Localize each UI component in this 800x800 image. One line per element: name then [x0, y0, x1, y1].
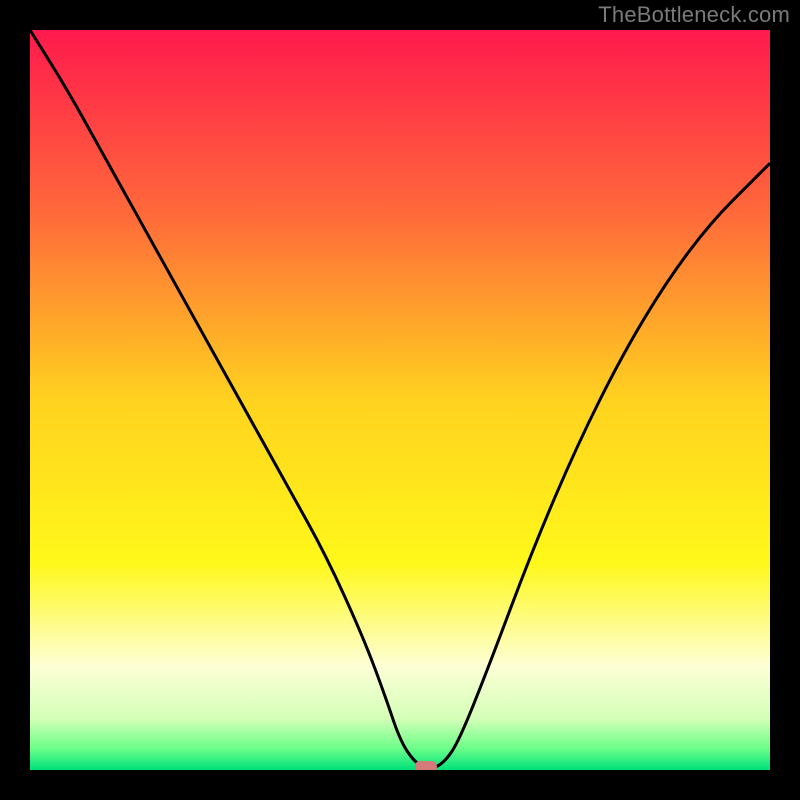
- chart-frame: TheBottleneck.com: [0, 0, 800, 800]
- watermark-text: TheBottleneck.com: [598, 2, 790, 28]
- chart-svg: [30, 30, 770, 770]
- optimum-marker: [415, 761, 437, 770]
- chart-plot-area: [30, 30, 770, 770]
- gradient-background: [30, 30, 770, 770]
